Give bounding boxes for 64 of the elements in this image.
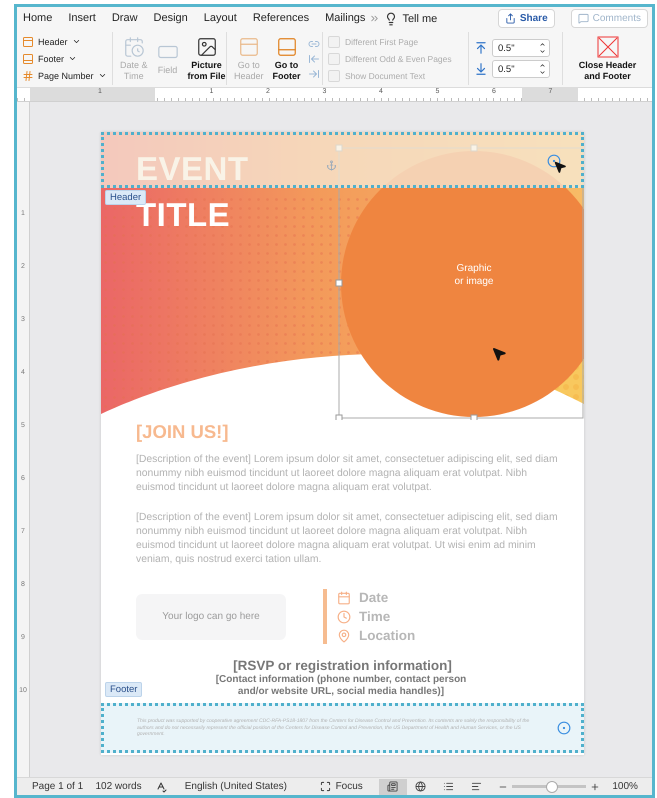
page-count[interactable]: Page 1 of 1 [32,781,96,792]
menu-tab[interactable]: Insert [68,10,96,28]
document-icon [387,781,398,792]
stepper-icon[interactable] [539,62,546,76]
anchor-icon [326,160,337,171]
target-icon [547,154,561,168]
ribbon-menu-button[interactable]: Footer [22,52,107,66]
speech-bubble-icon [578,13,589,24]
move-cursor-icon [491,346,507,362]
page-icon [276,36,298,58]
rsvp-text: [RSVP or registration information] [232,658,453,673]
section-heading: [JOIN US!] [136,421,230,443]
lines-icon [470,781,482,792]
ribbon-button[interactable]: Picture from File [186,36,228,82]
menu-tab[interactable]: Draw [112,10,138,28]
menu-tab[interactable]: Design [154,10,188,28]
caret-icon [98,71,107,80]
page-icon [22,36,34,48]
calendar-icon [337,590,351,604]
contact-text: [Contact information (phone number, contact person and/or website URL, social media handles)] [214,674,468,698]
hash-icon [22,70,34,82]
footer-tag: Footer [105,682,142,697]
position-field[interactable]: 0.5" [492,60,550,78]
close-icon [596,36,618,58]
stepper-icon[interactable] [539,41,546,55]
globe-icon [415,781,426,792]
target-icon [557,721,571,735]
description-paragraph: [Description of the event] Lorem ipsum dolor sit amet, consectetuer adipiscing elit, sed diam nonummy nibh euismod tincidunt ut laoreet dolore magna aliquam erat volutpat. Nibh euismod tincidunt ut laoreet dolore magna aliquam erat volutpat. Ut wisi enim ad minim veniam, quis nostrud exerci tation ullam. [136,511,559,567]
menu-tab[interactable]: Layout [204,10,237,28]
graphic-label: Graphic or image [454,262,494,288]
pin-icon [337,628,351,642]
position-icon [474,62,488,76]
ribbon-menu-button[interactable]: Header [22,34,107,48]
description-paragraph: [Description of the event] Lorem ipsum dolor sit amet, consectetuer adipiscing elit, sed diam nonummy nibh euismod tincidunt ut laoreet dolore magna aliquam erat volutpat. Nibh euismod tincidunt ut laoreet dolore magna aliquam erat volutpat. [136,453,559,495]
position-field[interactable]: 0.5" [492,39,550,57]
ribbon-button[interactable]: Go to Footer [270,36,303,82]
close-header-footer-button[interactable]: Close Header and Footer [576,36,638,82]
tell-me-field[interactable]: Tell me [402,12,438,24]
language-label[interactable]: English (United States) [184,781,320,792]
focus-icon [320,781,331,792]
event-detail: Location [359,628,416,643]
event-detail: Time [359,609,390,624]
zoom-in-icon[interactable] [590,782,600,792]
page-icon [22,52,34,64]
focus-button[interactable]: Focus [320,781,380,792]
share-icon [504,13,516,24]
zoom-percent: 100% [612,781,639,792]
picture-icon [196,36,218,58]
pointer-cursor-icon [553,160,567,174]
share-button[interactable]: Share [498,9,555,28]
overflow-icon[interactable] [369,13,380,24]
event-detail: Date [359,590,388,605]
proofing-icon[interactable] [154,780,167,792]
menu-tab[interactable]: References [252,10,310,28]
calendar-clock-icon [122,36,145,58]
header-tag: Header [105,190,146,205]
view-button[interactable] [379,778,407,794]
ribbon-menu-button[interactable]: Page Number [22,68,107,82]
clock-icon [337,610,351,624]
menu-tab[interactable]: Mailings [325,10,366,28]
word-count[interactable]: 102 words [95,781,155,792]
page-icon [238,36,260,58]
position-icon [474,41,488,55]
menu-tab[interactable]: Home [23,10,52,28]
